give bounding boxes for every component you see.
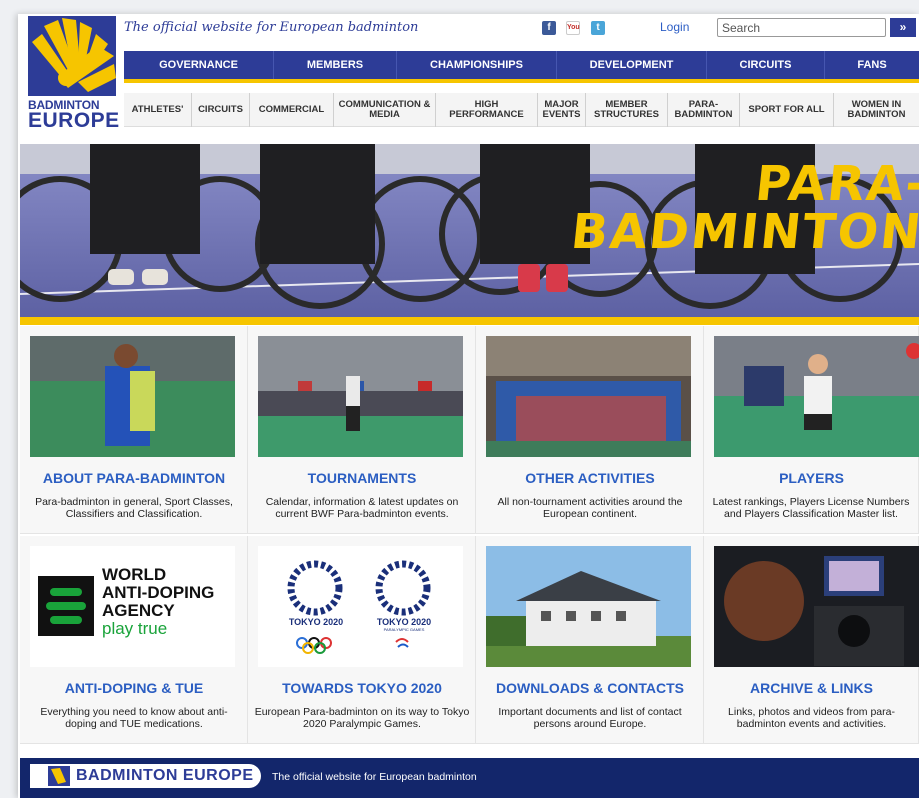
badminton-europe-logo[interactable]: BADMINTON EUROPE [28, 16, 119, 132]
card-towards-tokyo-2020[interactable]: TOKYO 2020 TOKYO 2020 PARALYMPIC GAMES T… [248, 536, 476, 744]
tokyo-paralympic-sub: PARALYMPIC GAMES [383, 627, 425, 632]
footer-logo-text: BADMINTON EUROPE [76, 767, 254, 784]
card-description: Calendar, information & latest updates o… [265, 496, 459, 520]
twitter-icon[interactable]: t [591, 21, 605, 35]
login-link[interactable]: Login [660, 20, 689, 34]
shuttlecock-logo-mark [28, 16, 116, 96]
sub-nav: ATHLETES' CIRCUITS COMMERCIAL COMMUNICAT… [124, 93, 919, 127]
subnav-member-structures[interactable]: MEMBER STRUCTURES [586, 93, 668, 127]
wada-line1: WORLD [102, 565, 167, 584]
hero-title: PARA- BADMINTON [568, 156, 919, 260]
page: BADMINTON EUROPE The official website fo… [18, 14, 919, 798]
card-about-para-badminton[interactable]: ABOUT PARA-BADMINTON Para-badminton in g… [20, 326, 248, 534]
hero-accent-bar [20, 317, 919, 325]
card-title[interactable]: DOWNLOADS & CONTACTS [476, 680, 704, 696]
card-description: Latest rankings, Players License Numbers… [712, 496, 910, 520]
nav-championships[interactable]: CHAMPIONSHIPS [397, 51, 557, 79]
browser-frame: BADMINTON EUROPE The official website fo… [0, 0, 919, 798]
card-description: Para-badminton in general, Sport Classes… [35, 496, 233, 520]
card-tournaments[interactable]: TOURNAMENTS Calendar, information & late… [248, 326, 476, 534]
footer-shuttlecock-icon [48, 766, 70, 786]
card-image-about [30, 336, 235, 457]
nav-fans[interactable]: FANS [825, 51, 919, 79]
card-description: All non-tournament activities around the… [497, 496, 683, 520]
nav-governance[interactable]: GOVERNANCE [124, 51, 274, 79]
card-description: Links, photos and videos from para-badmi… [728, 706, 895, 730]
site-tagline: The official website for European badmin… [124, 20, 419, 35]
subnav-athletes[interactable]: ATHLETES' [124, 93, 192, 127]
card-description: Important documents and list of contact … [498, 706, 682, 730]
card-title[interactable]: ARCHIVE & LINKS [704, 680, 919, 696]
search-arrow-icon[interactable]: » [890, 18, 916, 37]
tokyo-paralympic-label: TOKYO 2020 [376, 617, 432, 627]
subnav-women-in-badminton[interactable]: WOMEN IN BADMINTON [834, 93, 919, 127]
subnav-circuits[interactable]: CIRCUITS [192, 93, 250, 127]
footer: BADMINTON EUROPE The official website fo… [20, 758, 919, 798]
hero-banner: PARA- BADMINTON [20, 144, 919, 317]
card-other-activities[interactable]: OTHER ACTIVITIES All non-tournament acti… [476, 326, 704, 534]
card-title[interactable]: TOURNAMENTS [248, 470, 476, 486]
card-title[interactable]: ABOUT PARA-BADMINTON [20, 470, 248, 486]
footer-tagline: The official website for European badmin… [272, 771, 477, 783]
main-nav: GOVERNANCE MEMBERS CHAMPIONSHIPS DEVELOP… [124, 51, 919, 83]
subnav-sport-for-all[interactable]: SPORT FOR ALL [740, 93, 834, 127]
tokyo-2020-emblems [287, 560, 431, 654]
subnav-communication-media[interactable]: COMMUNICATION & MEDIA [334, 93, 436, 127]
subnav-major-events[interactable]: MAJOR EVENTS [538, 93, 586, 127]
card-image-other-activities [486, 336, 691, 457]
card-title[interactable]: TOWARDS TOKYO 2020 [248, 680, 476, 696]
hero-title-line1: PARA- [752, 156, 919, 212]
wada-line3: AGENCY [102, 601, 175, 620]
card-title[interactable]: OTHER ACTIVITIES [476, 470, 704, 486]
card-image-downloads [486, 546, 691, 667]
card-description: European Para-badminton on its way to To… [254, 706, 470, 730]
card-title[interactable]: ANTI-DOPING & TUE [20, 680, 248, 696]
nav-circuits[interactable]: CIRCUITS [707, 51, 825, 79]
wada-line4: play true [102, 619, 168, 638]
youtube-icon[interactable]: You [566, 21, 580, 35]
hero-title-line2: BADMINTON [568, 204, 919, 260]
search-input[interactable] [717, 18, 886, 37]
card-image-tournaments [258, 336, 463, 457]
card-archive-links[interactable]: ARCHIVE & LINKS Links, photos and videos… [704, 536, 919, 744]
card-image-tokyo-2020: TOKYO 2020 TOKYO 2020 PARALYMPIC GAMES [258, 546, 463, 667]
card-image-players [714, 336, 919, 457]
card-title[interactable]: PLAYERS [704, 470, 919, 486]
subnav-commercial[interactable]: COMMERCIAL [250, 93, 334, 127]
card-image-wada: WORLD ANTI-DOPING AGENCY play true [30, 546, 235, 667]
card-anti-doping-tue[interactable]: WORLD ANTI-DOPING AGENCY play true ANTI-… [20, 536, 248, 744]
wada-line2: ANTI-DOPING [102, 583, 215, 602]
subnav-high-performance[interactable]: HIGH PERFORMANCE [436, 93, 538, 127]
footer-logo[interactable]: BADMINTON EUROPE [30, 764, 261, 788]
nav-development[interactable]: DEVELOPMENT [557, 51, 707, 79]
wada-wordmark: WORLD ANTI-DOPING AGENCY play true [102, 566, 214, 638]
nav-members[interactable]: MEMBERS [274, 51, 397, 79]
card-downloads-contacts[interactable]: DOWNLOADS & CONTACTS Important documents… [476, 536, 704, 744]
card-image-archive [714, 546, 919, 667]
card-players[interactable]: PLAYERS Latest rankings, Players License… [704, 326, 919, 534]
wada-logo-mark [38, 576, 94, 636]
facebook-icon[interactable]: f [542, 21, 556, 35]
subnav-para-badminton[interactable]: PARA-BADMINTON [668, 93, 740, 127]
logo-line-europe: EUROPE [28, 109, 120, 132]
tokyo-olympic-label: TOKYO 2020 [288, 617, 344, 627]
card-description: Everything you need to know about anti-d… [40, 706, 228, 730]
